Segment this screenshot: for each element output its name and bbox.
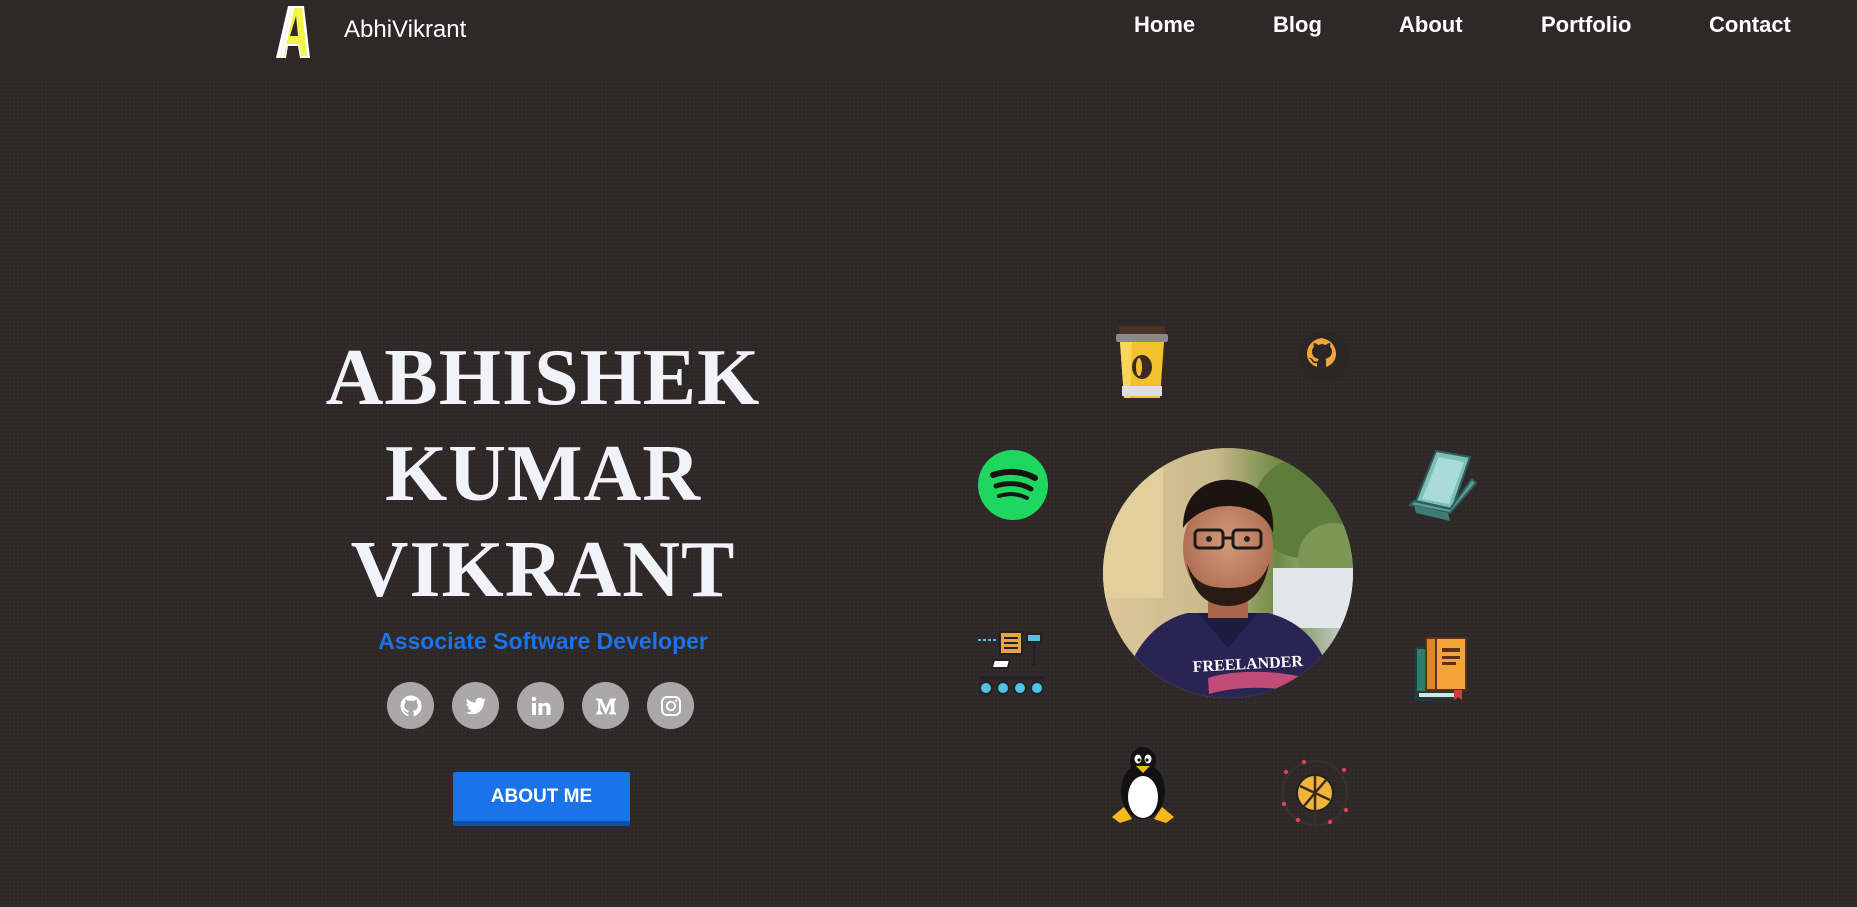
linkedin-link[interactable] [517, 682, 564, 729]
profile-photo: FREELANDER [1103, 448, 1353, 698]
nav-about[interactable]: About [1399, 12, 1463, 38]
laptop-icon [1406, 443, 1478, 529]
twitter-link[interactable] [452, 682, 499, 729]
medium-link[interactable] [582, 682, 629, 729]
hero-name-line-1: ABHISHEK [325, 334, 761, 422]
github-icon [400, 695, 422, 716]
conveyor-pipeline-icon [976, 630, 1048, 702]
brand-name[interactable]: AbhiVikrant [344, 16, 466, 44]
coffee-cup-icon [1102, 322, 1182, 402]
navbar: AbhiVikrant Home Blog About Portfolio Co… [0, 0, 1857, 76]
instagram-icon [660, 695, 681, 716]
linkedin-icon [531, 696, 550, 715]
about-me-button[interactable]: ABOUT ME [453, 772, 630, 826]
instagram-link[interactable] [647, 682, 694, 729]
books-icon [1412, 632, 1476, 704]
spotify-icon [977, 449, 1049, 521]
nav-home[interactable]: Home [1134, 12, 1195, 38]
medium-icon [595, 698, 616, 714]
twitter-icon [465, 697, 486, 714]
hero-subtitle: Associate Software Developer [378, 628, 708, 654]
linux-tux-icon [1108, 745, 1178, 825]
github-link[interactable] [387, 682, 434, 729]
social-links [385, 682, 705, 730]
nav-contact[interactable]: Contact [1709, 12, 1791, 38]
github-octocat-icon [1298, 330, 1350, 382]
hero-name-line-3: VIKRANT [350, 526, 736, 614]
network-globe-icon [1278, 756, 1352, 830]
nav-portfolio[interactable]: Portfolio [1541, 12, 1631, 38]
profile-avatar: FREELANDER [1103, 448, 1353, 698]
logo-a-icon [276, 6, 310, 58]
nav-blog[interactable]: Blog [1273, 12, 1322, 38]
hero-name: ABHISHEK KUMAR VIKRANT [243, 330, 843, 618]
logo[interactable] [274, 2, 310, 60]
hero-name-line-2: KUMAR [384, 430, 702, 518]
